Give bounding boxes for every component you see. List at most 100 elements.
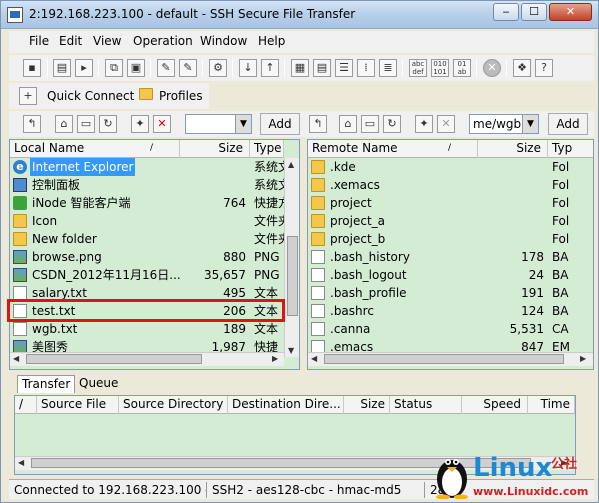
minimize-button[interactable]: ‒ — [493, 3, 519, 21]
remote-path-combo[interactable]: me/wgb ▼ — [469, 114, 539, 134]
local-file-row[interactable]: browse.png 880 PNG — [10, 248, 284, 266]
paste-icon[interactable]: ▣ — [127, 59, 145, 77]
context-help-icon[interactable]: ? — [535, 59, 553, 77]
scroll-thumb[interactable] — [26, 354, 202, 364]
remote-file-row[interactable]: project_a Fol — [308, 212, 593, 230]
home-icon[interactable]: ⌂ — [339, 115, 357, 133]
col-local-name[interactable]: Local Name / — [10, 140, 180, 158]
remote-file-row[interactable]: project Fol — [308, 194, 593, 212]
local-file-row[interactable]: iNode 智能客户端 764 快捷方 — [10, 194, 284, 212]
new-folder-icon[interactable]: ✦ — [131, 115, 149, 133]
col-local-size[interactable]: Size — [180, 140, 250, 158]
up-folder-icon[interactable]: ↰ — [309, 115, 327, 133]
col-speed[interactable]: Speed — [462, 396, 528, 414]
menu-view[interactable]: View — [93, 34, 121, 48]
save-icon[interactable]: ▪ — [23, 59, 41, 77]
profiles-button[interactable]: Profiles — [137, 86, 203, 106]
col-remote-type[interactable]: Typ — [548, 140, 593, 158]
new-terminal-icon[interactable]: ▸ — [75, 59, 93, 77]
stop-icon[interactable]: ✕ — [483, 59, 501, 77]
col-local-type[interactable]: Type — [250, 140, 284, 158]
scroll-left-icon[interactable]: ◀ — [18, 458, 24, 467]
menu-help[interactable]: Help — [258, 34, 285, 48]
large-icons-view-icon[interactable]: ▦ — [291, 59, 309, 77]
upload-icon[interactable]: ↑ — [261, 59, 279, 77]
tab-transfer[interactable]: Transfer — [17, 375, 76, 393]
scroll-up-icon[interactable]: ▲ — [288, 160, 294, 169]
col-status[interactable]: Status — [390, 396, 462, 414]
remote-add-button[interactable]: Add — [548, 113, 588, 135]
scroll-right-icon[interactable]: ▶ — [272, 354, 278, 363]
remote-file-row[interactable]: .bashrc 124 BA — [308, 302, 593, 320]
delete-icon[interactable]: ✕ — [437, 115, 455, 133]
remote-file-row[interactable]: .xemacs Fol — [308, 176, 593, 194]
col-remote-size[interactable]: Size — [478, 140, 548, 158]
help-book-icon[interactable]: ❖ — [513, 59, 531, 77]
tree-view-icon[interactable]: ⁞ — [357, 59, 375, 77]
new-folder-icon[interactable]: ✦ — [415, 115, 433, 133]
remote-file-row[interactable]: .bash_profile 191 BA — [308, 284, 593, 302]
remote-file-row[interactable]: .kde Fol — [308, 158, 593, 176]
refresh-icon[interactable]: ↻ — [99, 115, 117, 133]
local-file-row[interactable]: CSDN_2012年11月16日... 35,657 PNG — [10, 266, 284, 284]
auto-mode-icon[interactable]: 01 ab — [453, 59, 471, 77]
refresh-icon[interactable]: ↻ — [383, 115, 401, 133]
remote-file-row[interactable]: .canna 5,531 CA — [308, 320, 593, 338]
copy-icon[interactable]: ⧉ — [105, 59, 123, 77]
remote-hscroll[interactable]: ◀ ▶ — [308, 352, 593, 366]
col-destination-directory[interactable]: Destination Dire... — [228, 396, 344, 414]
remote-file-pane[interactable]: Remote Name / Size Typ .kde Fol .xemacs Fol… — [307, 139, 594, 370]
settings-icon[interactable]: ⚙ — [209, 59, 227, 77]
local-file-row[interactable]: Icon 文件夹 — [10, 212, 284, 230]
menu-operation[interactable]: Operation — [133, 34, 193, 48]
col-source-directory[interactable]: Source Directory — [119, 396, 228, 414]
ascii-mode-icon[interactable]: abc def — [409, 59, 427, 77]
local-file-row[interactable]: wgb.txt 189 文本 — [10, 320, 284, 338]
col-source-file[interactable]: Source File — [37, 396, 119, 414]
menu-edit[interactable]: Edit — [59, 34, 82, 48]
scroll-thumb[interactable] — [324, 354, 564, 364]
file-size: 189 — [223, 322, 246, 336]
download-icon[interactable]: ↓ — [239, 59, 257, 77]
scroll-right-icon[interactable]: ▶ — [580, 354, 586, 363]
list-view-icon[interactable]: ☰ — [335, 59, 353, 77]
remote-file-row[interactable]: project_b Fol — [308, 230, 593, 248]
local-add-button[interactable]: Add — [260, 113, 300, 135]
local-file-row[interactable]: eInternet Explorer 系统文 — [10, 158, 284, 176]
open-folder-icon[interactable]: ▭ — [361, 115, 379, 133]
close-button[interactable]: ✕ — [549, 3, 592, 21]
delete-icon[interactable]: ✕ — [153, 115, 171, 133]
col-direction[interactable]: / — [15, 396, 37, 414]
up-folder-icon[interactable]: ↰ — [23, 115, 41, 133]
scroll-thumb[interactable] — [287, 236, 298, 316]
local-file-row[interactable]: 控制面板 系统文 — [10, 176, 284, 194]
small-icons-view-icon[interactable]: ▤ — [313, 59, 331, 77]
local-file-pane[interactable]: Local Name / Size Type e Internet Explore… — [9, 139, 300, 370]
menu-file[interactable]: File — [29, 34, 49, 48]
maximize-button[interactable]: ☐ — [521, 3, 547, 21]
binary-mode-icon[interactable]: 010 101 — [431, 59, 449, 77]
remote-file-row[interactable]: .bash_logout 24 BA — [308, 266, 593, 284]
find-icon[interactable]: ✎ — [157, 59, 175, 77]
local-vscroll[interactable]: ▲ ▼ — [284, 158, 299, 357]
find-next-icon[interactable]: ✎ — [179, 59, 197, 77]
scroll-left-icon[interactable]: ◀ — [311, 354, 317, 363]
menu-window[interactable]: Window — [200, 34, 247, 48]
local-path-combo[interactable]: ▼ — [185, 114, 252, 134]
local-hscroll[interactable]: ◀ ▶ — [10, 352, 284, 366]
open-folder-icon[interactable]: ▭ — [77, 115, 95, 133]
scroll-down-icon[interactable]: ▼ — [288, 346, 294, 355]
title-bar[interactable]: 2:192.168.223.100 - default - SSH Secure… — [1, 1, 598, 29]
quick-connect-button[interactable]: Quick Connect — [25, 86, 134, 106]
print-icon[interactable]: ▤ — [53, 59, 71, 77]
home-icon[interactable]: ⌂ — [55, 115, 73, 133]
scroll-left-icon[interactable]: ◀ — [13, 354, 19, 363]
details-view-icon[interactable]: ≣ — [379, 59, 397, 77]
remote-file-row[interactable]: .bash_history 178 BA — [308, 248, 593, 266]
col-remote-name[interactable]: Remote Name / — [308, 140, 478, 158]
col-time[interactable]: Time — [528, 396, 575, 414]
col-size[interactable]: Size — [344, 396, 390, 414]
local-file-row[interactable]: New folder 文件夹 — [10, 230, 284, 248]
tab-queue[interactable]: Queue — [75, 375, 122, 393]
file-size: 191 — [521, 286, 544, 300]
